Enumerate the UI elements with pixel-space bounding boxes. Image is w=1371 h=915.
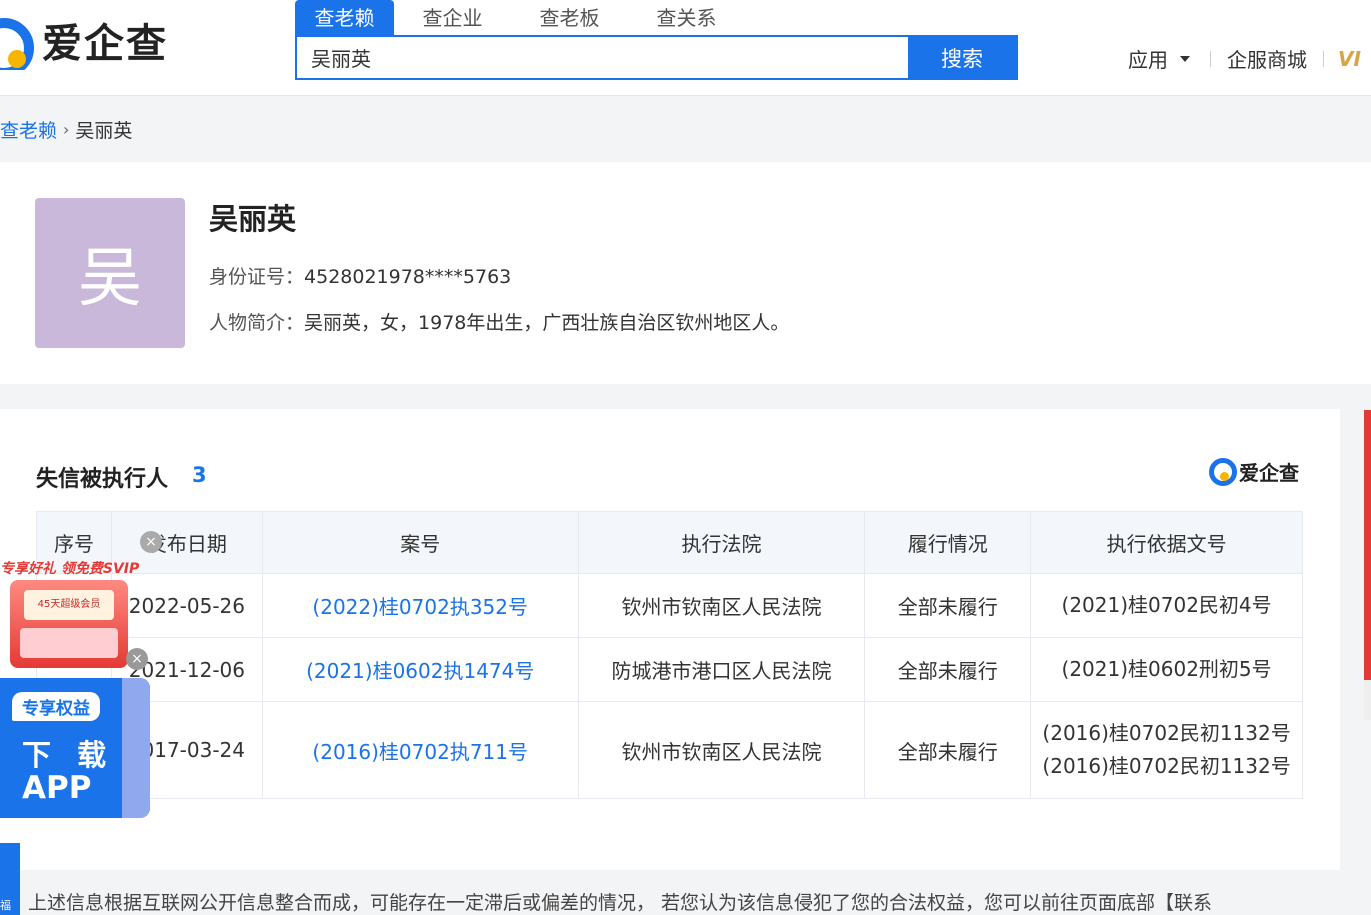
cell-case-link[interactable]: (2022)桂0702执352号: [261, 573, 579, 638]
table-row: 2021-12-06 (2021)桂0602执1474号 防城港市港口区人民法院…: [36, 637, 1303, 702]
nav-divider: [1323, 50, 1324, 67]
person-name: 吴丽英: [209, 202, 297, 236]
brand-watermark: 爱企查: [1209, 457, 1299, 486]
profile-card: 吴 吴丽英 身份证号：4528021978****5763 人物简介：吴丽英，女…: [0, 162, 1371, 384]
search-button[interactable]: 搜索: [908, 37, 1016, 78]
gift-box-icon: 45天超级会员: [10, 580, 128, 668]
chevron-down-icon[interactable]: [1180, 55, 1190, 62]
search-box: 搜索: [295, 35, 1018, 80]
search-tabs: 查老赖 查企业 查老板 查关系: [295, 0, 1018, 36]
cell-basis: (2021)桂0602刑初5号: [1030, 637, 1303, 702]
chevron-right-icon: ›: [63, 120, 70, 139]
section-title: 失信被执行人: [36, 467, 169, 492]
logo-magnifier-icon: [1209, 457, 1237, 486]
col-header-court: 执行法院: [577, 511, 866, 574]
promo-banner: 专享好礼 领免费SVIP: [0, 561, 140, 577]
basis-line: (2016)桂0702民初1132号: [1042, 754, 1291, 778]
cell-status: 全部未履行: [864, 573, 1032, 638]
tab-relation[interactable]: 查关系: [628, 0, 745, 36]
search-area: 查老赖 查企业 查老板 查关系 搜索: [295, 0, 1018, 80]
bio-label: 人物简介：: [209, 312, 305, 334]
dishonest-executee-card: 失信被执行人 3 爱企查 序号 发布日期 案号 执行法院 履行情况 执行依据文号…: [0, 409, 1340, 870]
breadcrumb: 查老赖 › 吴丽英: [0, 116, 132, 143]
cell-status: 全部未履行: [864, 637, 1032, 702]
bio-value: 吴丽英，女，1978年出生，广西壮族自治区钦州地区人。: [304, 312, 790, 334]
id-label: 身份证号：: [209, 266, 305, 288]
app-label: APP: [22, 770, 92, 806]
download-label: 下 载: [22, 738, 115, 772]
site-logo[interactable]: 爱企查: [0, 10, 168, 70]
logo-magnifier-icon: [0, 10, 40, 70]
cell-basis: (2021)桂0702民初4号: [1030, 573, 1303, 638]
download-app-widget[interactable]: 专享权益 下 载 APP: [0, 678, 150, 818]
breadcrumb-current: 吴丽英: [75, 120, 133, 142]
basis-line: (2016)桂0702民初1132号: [1042, 721, 1291, 745]
top-header: 爱企查 查老赖 查企业 查老板 查关系 搜索 应用 企服商城 VI: [0, 0, 1371, 96]
tab-company[interactable]: 查企业: [394, 0, 511, 36]
search-input[interactable]: [297, 37, 908, 78]
id-value: 4528021978****5763: [304, 266, 512, 288]
section-count: 3: [192, 463, 207, 487]
close-icon[interactable]: ×: [126, 648, 148, 670]
cell-case-link[interactable]: (2016)桂0702执711号: [261, 701, 579, 799]
col-header-basis: 执行依据文号: [1030, 511, 1303, 574]
tab-boss[interactable]: 查老板: [511, 0, 628, 36]
table-header-row: 序号 发布日期 案号 执行法院 履行情况 执行依据文号: [36, 511, 1303, 574]
records-table: 序号 发布日期 案号 执行法院 履行情况 执行依据文号 2022-05-26 (…: [36, 511, 1303, 799]
svip-promo[interactable]: 专享好礼 领免费SVIP 45天超级会员 ×: [0, 556, 150, 676]
cell-court: 钦州市钦南区人民法院: [577, 573, 866, 638]
close-icon[interactable]: ×: [140, 531, 162, 553]
avatar: 吴: [35, 198, 185, 348]
app-benefit-tag: 专享权益: [12, 692, 100, 721]
cell-status: 全部未履行: [864, 701, 1032, 799]
top-nav: 应用 企服商城 VI: [1128, 44, 1361, 73]
bio-row: 人物简介：吴丽英，女，1978年出生，广西壮族自治区钦州地区人。: [209, 308, 789, 335]
table-row: 2017-03-24 (2016)桂0702执711号 钦州市钦南区人民法院 全…: [36, 701, 1303, 799]
brand-text: 爱企查: [1239, 461, 1299, 485]
gift-line: 45天超级会员: [24, 590, 114, 620]
table-row: 2022-05-26 (2022)桂0702执352号 钦州市钦南区人民法院 全…: [36, 573, 1303, 638]
disclaimer-note: 上述信息根据互联网公开信息整合而成，可能存在一定滞后或偏差的情况， 若您认为该信…: [28, 892, 1213, 914]
col-header-case-no: 案号: [261, 511, 579, 574]
basis-line: (2021)桂0602刑初5号: [1061, 657, 1272, 681]
basis-line: (2021)桂0702民初4号: [1061, 593, 1272, 617]
nav-vip[interactable]: VI: [1338, 47, 1361, 71]
logo-text: 爱企查: [42, 21, 168, 67]
scroll-track: [1364, 680, 1371, 720]
scroll-indicator: [1364, 410, 1371, 680]
cell-case-link[interactable]: (2021)桂0602执1474号: [261, 637, 579, 702]
nav-apps[interactable]: 应用: [1128, 44, 1168, 73]
cell-court: 钦州市钦南区人民法院: [577, 701, 866, 799]
tab-lao-lai[interactable]: 查老赖: [295, 0, 394, 36]
cell-court: 防城港市港口区人民法院: [577, 637, 866, 702]
cell-basis: (2016)桂0702民初1132号 (2016)桂0702民初1132号: [1030, 701, 1303, 799]
nav-mall[interactable]: 企服商城: [1227, 44, 1307, 73]
col-header-status: 履行情况: [864, 511, 1032, 574]
nav-divider: [1210, 50, 1211, 67]
id-number-row: 身份证号：4528021978****5763: [209, 262, 511, 289]
side-benefit-tab[interactable]: 福利: [0, 843, 20, 915]
breadcrumb-root[interactable]: 查老赖: [0, 116, 57, 143]
